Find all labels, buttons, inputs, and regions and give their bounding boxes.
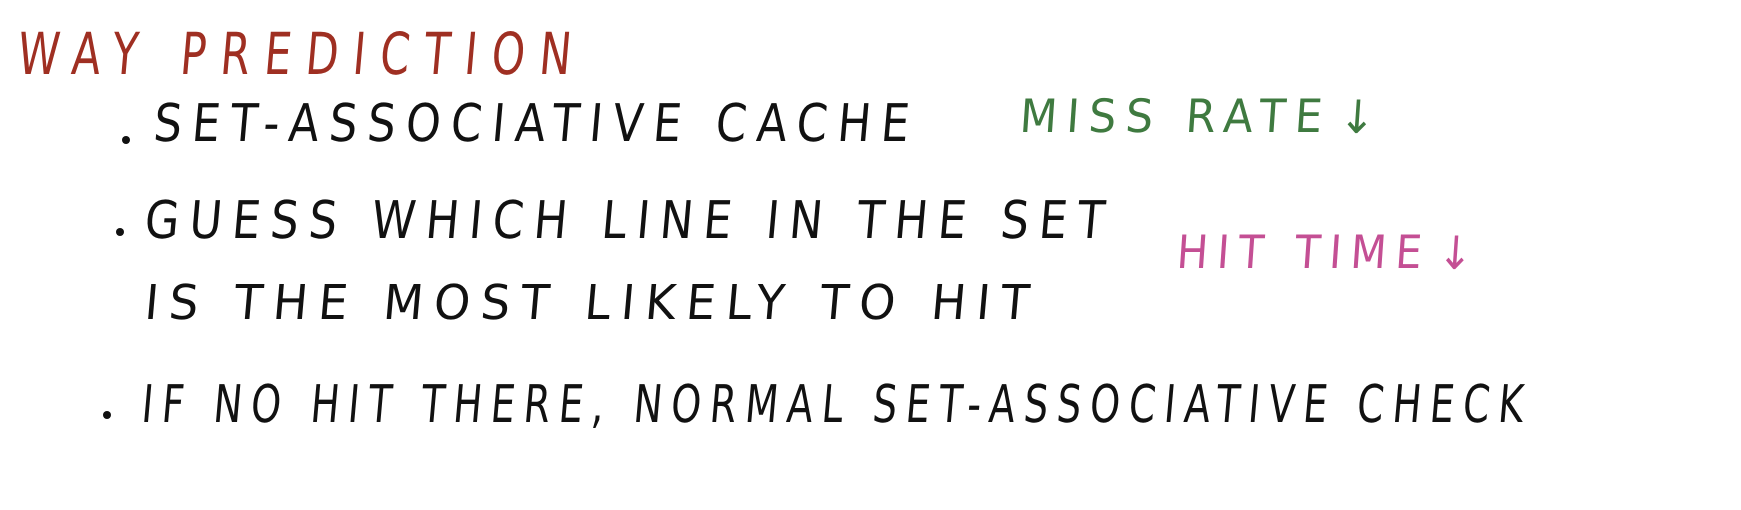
bullet-text-guess-line: GUESS WHICH LINE IN THE SET xyxy=(142,191,1118,251)
page-title: WAY PREDICTION xyxy=(15,20,589,88)
down-arrow-icon: ↓ xyxy=(1337,90,1387,144)
down-arrow-icon: ↓ xyxy=(1436,226,1484,280)
whiteboard-canvas: WAY PREDICTION SET-ASSOCIATIVE CACHE MIS… xyxy=(0,0,1741,510)
bullet-text-set-associative-cache: SET-ASSOCIATIVE CACHE xyxy=(151,94,923,154)
miss-rate-note: MISS RATE↓ xyxy=(1018,89,1387,144)
bullet-text-normal-check: IF NO HIT THERE, NORMAL SET-ASSOCIATIVE … xyxy=(139,375,1535,435)
bullet-point xyxy=(103,411,111,419)
hit-time-label: HIT TIME xyxy=(1175,225,1433,279)
bullet-point xyxy=(122,136,130,144)
bullet-point xyxy=(116,228,124,236)
miss-rate-label: MISS RATE xyxy=(1018,89,1334,143)
hit-time-note: HIT TIME↓ xyxy=(1175,225,1484,280)
bullet-text-most-likely-line: IS THE MOST LIKELY TO HIT xyxy=(142,275,1043,331)
